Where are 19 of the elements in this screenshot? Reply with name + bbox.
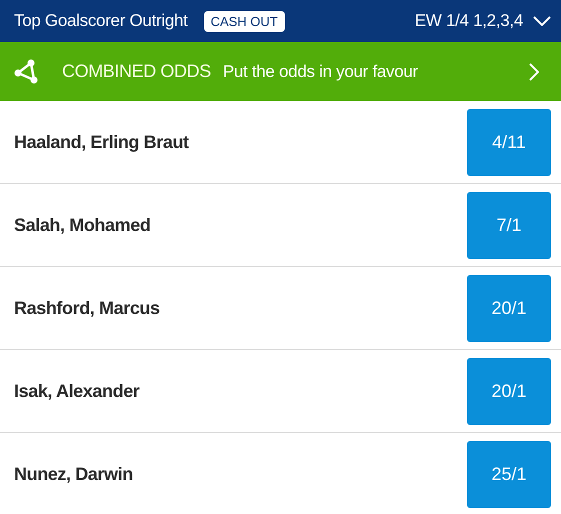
odds-button[interactable]: 4/11 [467,108,551,176]
chevron-down-icon [533,16,551,26]
odds-button[interactable]: 20/1 [467,274,551,342]
cash-out-badge: CASH OUT [204,10,285,32]
odds-button[interactable]: 20/1 [467,358,551,424]
each-way-dropdown[interactable]: EW 1/4 1,2,3,4 [414,11,551,31]
share-nodes-icon [14,58,40,84]
combined-odds-banner[interactable]: COMBINED ODDS Put the odds in your favour [0,42,561,101]
odds-button[interactable]: 7/1 [467,192,551,258]
player-name: Rashford, Marcus [14,298,160,318]
promo-subtitle: Put the odds in your favour [222,62,418,82]
player-name: Nunez, Darwin [14,464,133,484]
chevron-right-icon [529,62,539,80]
player-name: Isak, Alexander [14,380,140,402]
player-name: Haaland, Erling Braut [14,132,189,152]
promo-title: COMBINED ODDS [62,61,211,82]
market-title: Top Goalscorer Outright [14,11,188,31]
odds-button[interactable]: 25/1 [467,440,551,508]
player-name: Salah, Mohamed [14,214,150,236]
